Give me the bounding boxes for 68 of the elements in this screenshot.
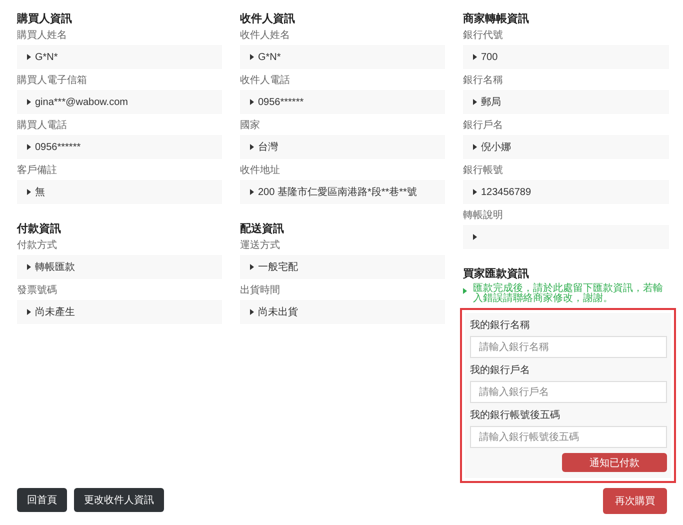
section-title: 購買人資訊 <box>17 12 73 26</box>
value-text: G*N* <box>35 52 58 62</box>
caret-icon <box>473 54 477 60</box>
field-label: 購買人姓名 <box>17 30 68 42</box>
section-title: 收件人資訊 <box>240 12 296 26</box>
nav-button[interactable]: 回首頁 <box>17 488 67 512</box>
field-label: 收件人電話 <box>240 75 291 87</box>
section-title: 配送資訊 <box>240 222 285 236</box>
caret-icon <box>27 99 31 105</box>
field-label: 國家 <box>240 120 261 132</box>
section-title: 付款資訊 <box>17 222 62 236</box>
value-text: 尚未產生 <box>35 306 75 319</box>
field-label: 轉帳說明 <box>463 210 504 222</box>
field-label: 銀行代號 <box>463 30 504 42</box>
value-text: 尚未出貨 <box>258 306 298 319</box>
caret-icon <box>250 54 254 60</box>
caret-icon <box>473 234 477 240</box>
input-label: 我的銀行帳號後五碼 <box>470 408 561 422</box>
input-label: 我的銀行戶名 <box>470 364 531 377</box>
nav-button[interactable]: 更改收件人資訊 <box>74 488 164 512</box>
value-text: 台灣 <box>258 140 278 154</box>
value-text: 0956****** <box>35 142 81 152</box>
caret-icon <box>250 264 254 270</box>
value-text: gina***@wabow.com <box>35 96 128 108</box>
caret-icon <box>473 99 477 105</box>
value-text: 郵局 <box>481 96 501 109</box>
caret-icon <box>250 309 254 315</box>
field-label: 購買人電話 <box>17 120 68 132</box>
field-label: 收件地址 <box>240 165 281 177</box>
input-field[interactable]: 請輸入銀行名稱 <box>470 336 667 358</box>
field-label: 運送方式 <box>240 240 281 252</box>
field-label: 銀行名稱 <box>463 75 504 87</box>
value-text: 0956****** <box>258 96 304 108</box>
caret-icon <box>27 264 31 270</box>
input-label: 我的銀行名稱 <box>470 318 531 332</box>
field-label: 客戶備註 <box>17 165 58 177</box>
field-label: 付款方式 <box>17 240 58 252</box>
input-field[interactable]: 請輸入銀行戶名 <box>470 381 667 403</box>
caret-icon <box>473 189 477 195</box>
section-title: 商家轉帳資訊 <box>463 12 530 26</box>
field-label: 發票號碼 <box>17 285 58 297</box>
value-text: 123456789 <box>481 186 532 198</box>
caret-icon <box>27 54 31 60</box>
notice-text: 匯款完成後，請於此處留下匯款資訊，若輸入錯誤請聯絡商家修改，謝謝。 <box>473 284 664 304</box>
caret-icon <box>463 288 467 294</box>
caret-icon <box>27 189 31 195</box>
value-text: 一般宅配 <box>258 260 298 274</box>
caret-icon <box>27 309 31 315</box>
field-label: 銀行戶名 <box>463 120 504 132</box>
caret-icon <box>473 144 477 150</box>
field-label: 收件人姓名 <box>240 30 291 42</box>
value-text: 200 基隆市仁愛區南港路*段**巷**號 <box>258 186 417 199</box>
value-text: 轉帳匯款 <box>35 261 75 274</box>
caret-icon <box>250 144 254 150</box>
notify-paid-button[interactable]: 通知已付款 <box>562 453 667 472</box>
buy-again-button[interactable]: 再次購買 <box>603 488 667 514</box>
value-text: G*N* <box>258 52 281 62</box>
field-label: 銀行帳號 <box>463 165 504 177</box>
caret-icon <box>250 189 254 195</box>
value-text: 700 <box>481 52 498 62</box>
caret-icon <box>27 144 31 150</box>
value-text: 倪小娜 <box>481 140 511 154</box>
value-text: 無 <box>35 186 45 199</box>
field-label: 出貨時間 <box>240 285 281 297</box>
section-title: 買家匯款資訊 <box>463 267 530 281</box>
input-field[interactable]: 請輸入銀行帳號後五碼 <box>470 426 667 448</box>
field-label: 購買人電子信箱 <box>17 75 88 87</box>
caret-icon <box>250 99 254 105</box>
